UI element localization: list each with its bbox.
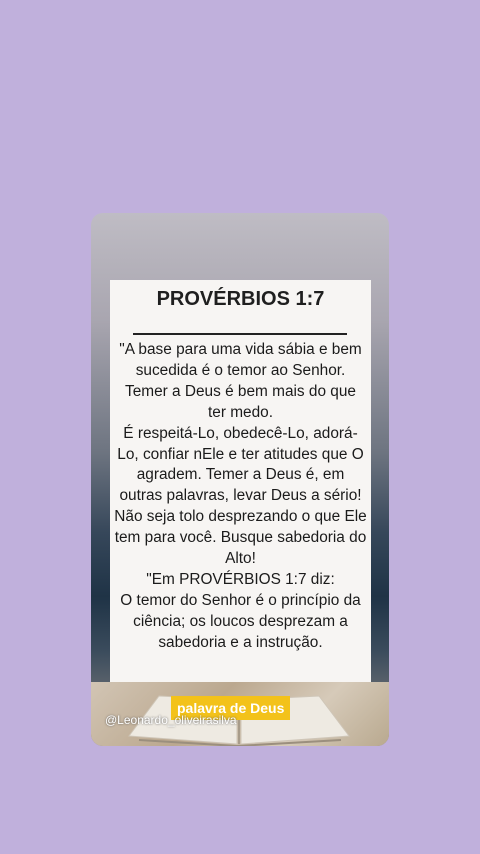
post-card[interactable]: PROVÉRBIOS 1:7 "A base para uma vida sáb… xyxy=(91,213,389,746)
author-handle: @Leonardo_oliveirasilva xyxy=(105,713,237,727)
title-divider xyxy=(133,333,347,335)
verse-text: "A base para uma vida sábia e bem sucedi… xyxy=(114,341,367,651)
verse-title: PROVÉRBIOS 1:7 xyxy=(156,288,325,310)
quote-paper: PROVÉRBIOS 1:7 "A base para uma vida sáb… xyxy=(110,280,371,682)
